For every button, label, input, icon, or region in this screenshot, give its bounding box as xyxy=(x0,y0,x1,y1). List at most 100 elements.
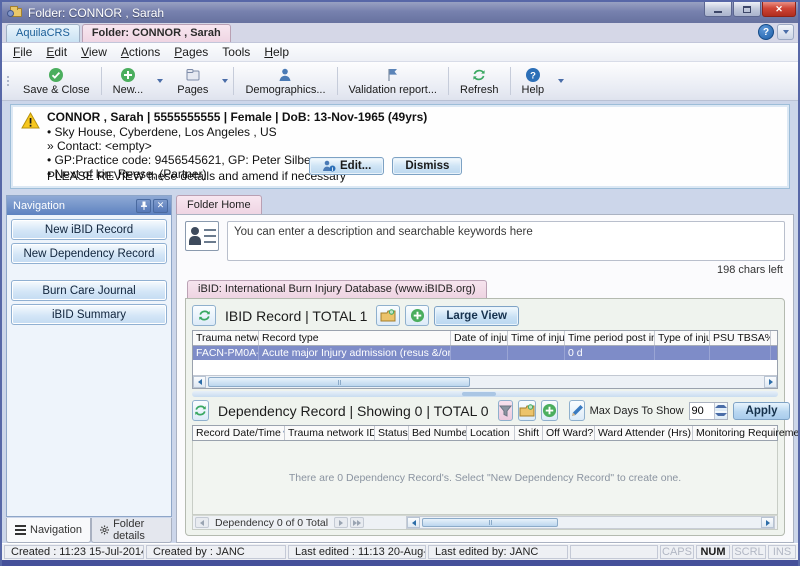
ibid-panel: IBID Record | TOTAL 1 Large View Trauma … xyxy=(185,298,785,536)
column-header[interactable]: Shift xyxy=(515,426,543,440)
ibid-open-button[interactable] xyxy=(376,305,400,326)
new-dropdown-arrow[interactable] xyxy=(153,64,167,98)
dependency-open-button[interactable] xyxy=(518,400,536,421)
dismiss-button[interactable]: Dismiss xyxy=(392,157,462,175)
scrollbar-thumb[interactable] xyxy=(422,518,558,527)
column-header[interactable]: Ward Attender (Hrs) xyxy=(595,426,693,440)
help-button[interactable]: ? Help xyxy=(512,64,555,98)
new-ibid-record-button[interactable]: New iBID Record xyxy=(11,219,167,240)
dependency-add-button[interactable] xyxy=(541,400,558,421)
person-icon xyxy=(277,67,293,83)
pager-last-button[interactable] xyxy=(350,517,364,528)
chevron-down-button[interactable] xyxy=(777,24,794,40)
ibid-summary-button[interactable]: iBID Summary xyxy=(11,304,167,325)
validation-report-button[interactable]: Validation report... xyxy=(339,64,447,98)
column-header[interactable]: Trauma network ID xyxy=(193,331,259,345)
menu-actions[interactable]: Actions xyxy=(114,44,167,60)
menu-help[interactable]: Help xyxy=(257,44,296,60)
refresh-icon xyxy=(193,403,208,418)
description-input[interactable] xyxy=(227,221,785,261)
tab-aquilacrs[interactable]: AquilaCRS xyxy=(6,24,80,42)
dependency-refresh-button[interactable] xyxy=(192,400,209,421)
pages-button[interactable]: Pages xyxy=(167,64,218,98)
menu-view[interactable]: View xyxy=(74,44,114,60)
column-header[interactable]: Record type xyxy=(259,331,451,345)
svg-text:?: ? xyxy=(530,70,536,81)
tab-ibid-database[interactable]: iBID: International Burn Injury Database… xyxy=(187,280,487,298)
close-panel-button[interactable]: ✕ xyxy=(153,199,168,213)
folder-home-panel: 198 chars left iBID: International Burn … xyxy=(176,214,794,543)
column-header[interactable]: Record Date/Time▽ xyxy=(193,426,285,440)
scrollbar-thumb[interactable] xyxy=(208,377,470,387)
chars-left-label: 198 chars left xyxy=(185,261,785,280)
edit-button[interactable]: i Edit... xyxy=(309,157,384,175)
patient-address: • Sky House, Cyberdene, Los Angeles , US xyxy=(47,125,781,139)
check-circle-icon xyxy=(48,67,64,83)
tab-folder-details[interactable]: Folder details xyxy=(91,518,172,543)
column-header[interactable]: Monitoring Requirement xyxy=(693,426,800,440)
help-circle-icon[interactable]: ? xyxy=(758,24,774,40)
pages-folder-icon xyxy=(185,67,201,83)
spin-up-button[interactable] xyxy=(715,403,727,411)
demographics-button[interactable]: Demographics... xyxy=(235,64,335,98)
help-dropdown-arrow[interactable] xyxy=(554,64,568,98)
ibid-add-button[interactable] xyxy=(405,305,429,326)
scroll-right-arrow[interactable] xyxy=(764,376,777,388)
spin-down-button[interactable] xyxy=(715,411,727,419)
menu-edit[interactable]: Edit xyxy=(39,44,74,60)
close-button[interactable]: ✕ xyxy=(762,2,796,17)
scroll-right-arrow[interactable] xyxy=(761,517,774,528)
status-created: Created : 11:23 15-Jul-2014 xyxy=(4,545,144,559)
column-header[interactable]: Trauma network ID xyxy=(285,426,375,440)
dependency-edit-button[interactable] xyxy=(569,400,585,421)
refresh-button[interactable]: Refresh xyxy=(450,64,509,98)
tab-folder-connor-sarah[interactable]: Folder: CONNOR , Sarah xyxy=(82,24,231,42)
tab-folder-home[interactable]: Folder Home xyxy=(176,195,262,214)
column-header[interactable]: Bed Number xyxy=(409,426,467,440)
column-header[interactable]: Date of injury xyxy=(451,331,508,345)
arrow-left-icon xyxy=(200,520,204,526)
burn-care-journal-button[interactable]: Burn Care Journal xyxy=(11,280,167,301)
large-view-button[interactable]: Large View xyxy=(434,306,519,326)
pin-button[interactable] xyxy=(136,199,151,213)
column-header[interactable]: Time of injury xyxy=(508,331,565,345)
scroll-left-arrow[interactable] xyxy=(193,376,206,388)
patient-summary: CONNOR , Sarah | 5555555555 | Female | D… xyxy=(47,110,781,125)
column-header[interactable]: Time period post injury xyxy=(565,331,655,345)
splitter-handle[interactable] xyxy=(192,391,778,397)
ibid-horizontal-scrollbar[interactable] xyxy=(193,375,777,388)
open-folder-icon xyxy=(380,309,396,323)
menu-tools[interactable]: Tools xyxy=(215,44,257,60)
table-row-selected[interactable]: FACN-PM0A-IOYU Acute major Injury admiss… xyxy=(193,346,777,360)
save-close-button[interactable]: Save & Close xyxy=(13,64,100,98)
pager-prev-button[interactable] xyxy=(195,517,209,528)
toolbar-grip[interactable] xyxy=(4,64,11,98)
menu-file[interactable]: File xyxy=(6,44,39,60)
column-header[interactable]: Status xyxy=(375,426,409,440)
close-icon: ✕ xyxy=(775,4,783,15)
minimize-button[interactable] xyxy=(704,2,732,17)
column-header[interactable]: Location xyxy=(467,426,515,440)
max-days-input[interactable] xyxy=(690,403,714,419)
menu-pages[interactable]: Pages xyxy=(167,44,215,60)
apply-button[interactable]: Apply xyxy=(733,402,791,420)
column-header[interactable]: Off Ward? xyxy=(543,426,595,440)
scroll-left-arrow[interactable] xyxy=(407,517,420,528)
new-dependency-record-button[interactable]: New Dependency Record xyxy=(11,243,167,264)
status-created-by: Created by : JANC xyxy=(146,545,286,559)
dependency-filter-button[interactable] xyxy=(498,400,513,421)
dependency-horizontal-scrollbar[interactable] xyxy=(406,516,775,529)
tab-navigation[interactable]: Navigation xyxy=(6,518,91,543)
ibid-refresh-button[interactable] xyxy=(192,305,216,326)
pager-next-button[interactable] xyxy=(334,517,348,528)
pages-dropdown-arrow[interactable] xyxy=(218,64,232,98)
maximize-button[interactable] xyxy=(733,2,761,17)
new-button[interactable]: New... xyxy=(103,64,154,98)
refresh-icon xyxy=(197,308,212,323)
max-days-label: Max Days To Show xyxy=(590,405,684,417)
column-header[interactable]: PSU TBSA% xyxy=(710,331,771,345)
caps-lock-indicator: CAPS xyxy=(660,545,694,559)
list-icon xyxy=(15,525,26,535)
plus-circle-icon xyxy=(410,308,425,323)
column-header[interactable]: Type of injury xyxy=(655,331,710,345)
